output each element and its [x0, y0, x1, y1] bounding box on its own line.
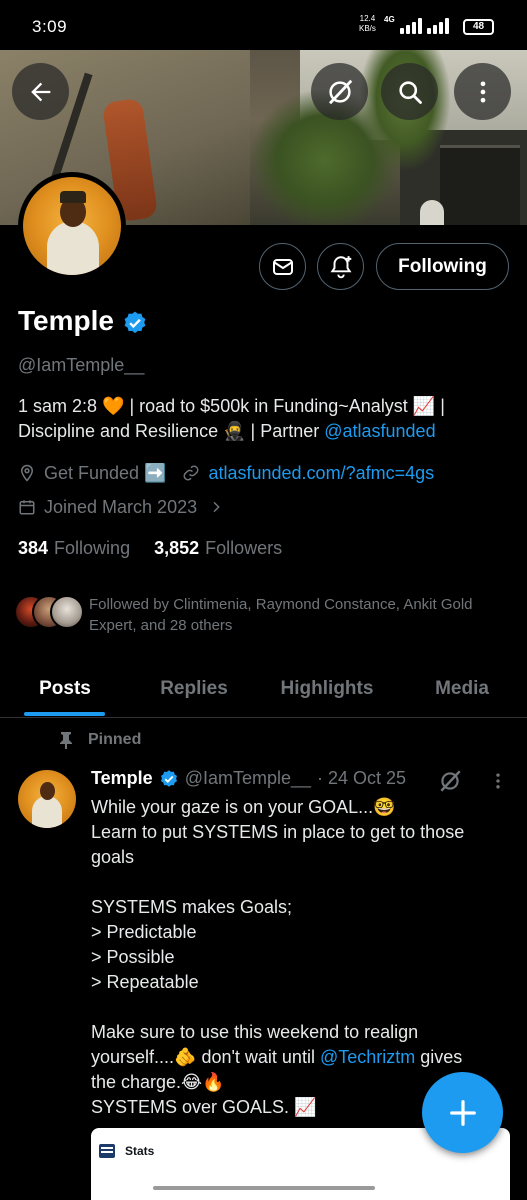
- grok-button[interactable]: [311, 63, 368, 120]
- home-indicator[interactable]: [153, 1186, 375, 1190]
- battery-icon: 48: [463, 19, 494, 35]
- pinned-indicator: Pinned: [58, 731, 141, 749]
- stats-card-title: Stats: [125, 1144, 155, 1158]
- followers-stat[interactable]: 3,852 Followers: [154, 538, 282, 559]
- avatar: [50, 595, 84, 629]
- followed-by-text[interactable]: Followed by Clintimenia, Raymond Constan…: [89, 594, 509, 636]
- search-icon: [398, 80, 422, 104]
- post-author-name[interactable]: Temple: [91, 768, 153, 789]
- verified-badge-icon: [124, 311, 146, 334]
- following-stat[interactable]: 384 Following: [18, 538, 130, 559]
- followed-by-avatars[interactable]: [14, 595, 86, 629]
- calendar-icon: [18, 498, 36, 516]
- signal-icon: [400, 18, 422, 34]
- following-button[interactable]: Following: [376, 243, 509, 290]
- status-bar: 3:09 12.4 KB/s 4G 48: [0, 0, 527, 50]
- more-button[interactable]: [454, 63, 511, 120]
- network-speed: 12.4 KB/s: [359, 14, 376, 33]
- tab-media[interactable]: Media: [412, 660, 512, 718]
- stats-card-icon: [99, 1144, 115, 1158]
- profile-joined-row: Joined March 2023: [18, 495, 233, 519]
- profile-tabs: Posts Replies Highlights Media: [0, 660, 527, 718]
- profile-location: Get Funded ➡️: [44, 462, 167, 483]
- verified-badge-icon: [160, 769, 177, 787]
- back-arrow-icon: [30, 82, 50, 101]
- active-tab-indicator: [24, 712, 105, 716]
- profile-joined: Joined March 2023: [44, 496, 198, 517]
- search-button[interactable]: [381, 63, 438, 120]
- mail-icon: [272, 258, 293, 275]
- chevron-right-icon[interactable]: [207, 498, 225, 516]
- signal-icon-2: [427, 18, 449, 34]
- post-body: While your gaze is on your GOAL...🤓 Lear…: [91, 797, 465, 1117]
- profile-name: Temple: [18, 305, 114, 336]
- grok-icon: [328, 79, 352, 104]
- bio-mention-link[interactable]: @atlasfunded: [324, 421, 435, 441]
- tab-highlights[interactable]: Highlights: [262, 660, 392, 718]
- notifications-button[interactable]: [317, 243, 364, 290]
- profile-handle: @IamTemple__: [18, 355, 145, 375]
- tab-replies[interactable]: Replies: [144, 660, 244, 718]
- profile-avatar[interactable]: [18, 172, 126, 280]
- location-icon: [18, 464, 36, 482]
- link-icon: [182, 464, 200, 482]
- profile-meta-row: Get Funded ➡️ atlasfunded.com/?afmc=4gs: [18, 461, 434, 485]
- more-vertical-icon[interactable]: [488, 770, 508, 792]
- message-button[interactable]: [259, 243, 306, 290]
- pin-icon: [60, 732, 72, 749]
- grok-icon[interactable]: [437, 768, 463, 794]
- post-header: Temple @IamTemple__ · 24 Oct 25: [91, 768, 406, 789]
- post-author-handle: @IamTemple__: [184, 768, 312, 788]
- bell-plus-icon: [330, 255, 351, 278]
- plus-icon: [449, 1099, 476, 1126]
- status-time: 3:09: [32, 17, 68, 36]
- back-button[interactable]: [12, 63, 69, 120]
- more-vertical-icon: [480, 81, 485, 102]
- profile-bio: 1 sam 2:8 🧡 | road to $500k in Funding~A…: [18, 396, 445, 441]
- profile-website-link[interactable]: atlasfunded.com/?afmc=4gs: [208, 463, 434, 484]
- network-type: 4G: [384, 15, 395, 24]
- tab-posts[interactable]: Posts: [15, 660, 115, 718]
- post-author-avatar[interactable]: [18, 770, 76, 828]
- compose-post-button[interactable]: [422, 1072, 503, 1153]
- post-date: · 24 Oct 25: [317, 768, 407, 788]
- post-mention-link[interactable]: @Techriztm: [320, 1047, 415, 1067]
- follow-stats: 384 Following 3,852 Followers: [18, 538, 282, 559]
